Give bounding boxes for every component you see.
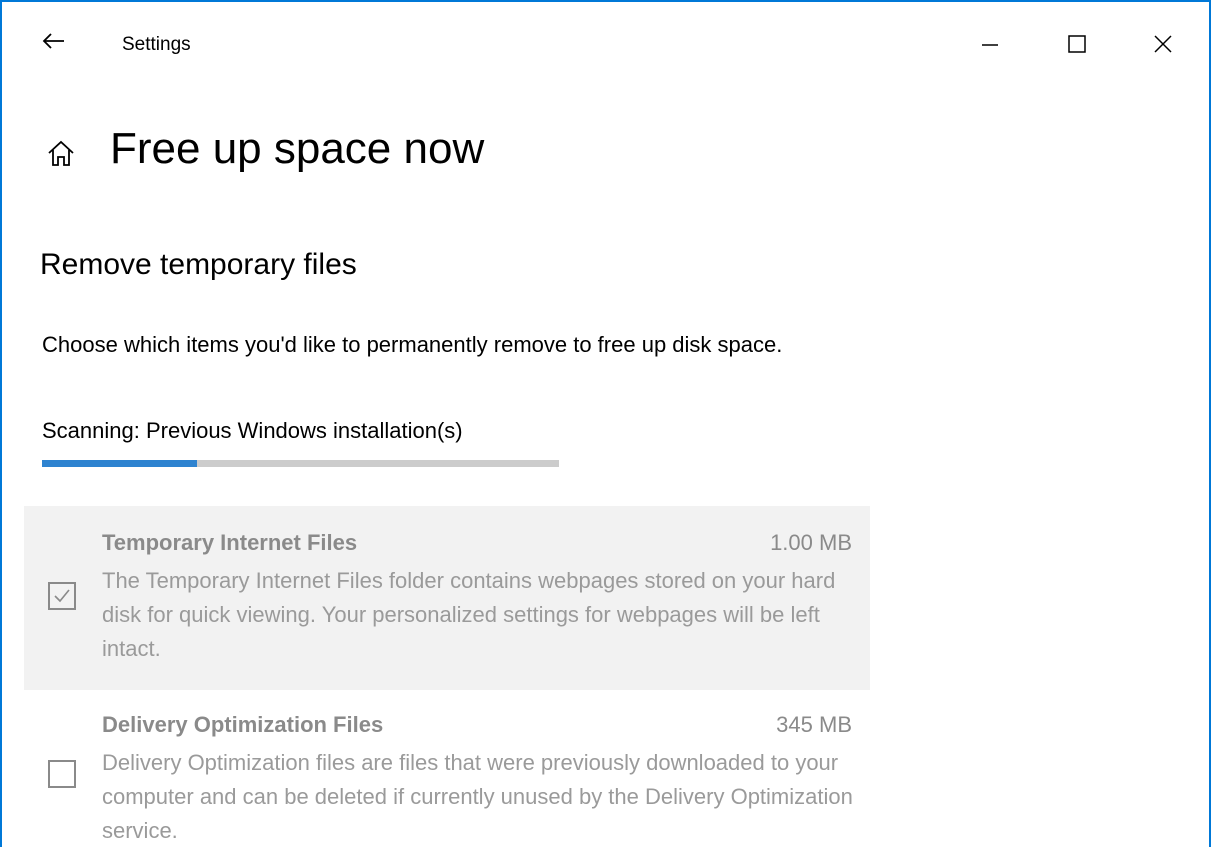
- checkmark-icon: [54, 589, 70, 603]
- window-title: Settings: [122, 34, 191, 55]
- cleanup-item-delivery-optimization-files[interactable]: Delivery Optimization Files 345 MB Deliv…: [24, 698, 870, 847]
- title-bar: Settings: [2, 2, 1209, 90]
- maximize-icon: [1068, 35, 1086, 53]
- close-icon: [1154, 35, 1172, 53]
- close-button[interactable]: [1140, 24, 1186, 64]
- page-title: Free up space now: [110, 124, 485, 173]
- scan-progress-bar: [42, 460, 559, 467]
- item-name: Delivery Optimization Files: [102, 712, 384, 737]
- back-arrow-icon: [42, 33, 64, 49]
- section-description: Choose which items you'd like to permane…: [42, 332, 783, 357]
- minimize-button[interactable]: [964, 24, 1010, 64]
- temporary-internet-files-checkbox[interactable]: [48, 582, 76, 610]
- delivery-optimization-files-checkbox[interactable]: [48, 760, 76, 788]
- item-description: Delivery Optimization files are files th…: [102, 750, 853, 843]
- maximize-button[interactable]: [1056, 24, 1102, 64]
- minimize-icon: [982, 44, 998, 46]
- item-size: 345 MB: [776, 712, 852, 737]
- item-name: Temporary Internet Files: [102, 530, 358, 555]
- scan-progress-fill: [42, 460, 198, 467]
- section-title: Remove temporary files: [40, 248, 357, 281]
- item-description: The Temporary Internet Files folder cont…: [102, 568, 836, 661]
- item-size: 1.00 MB: [770, 530, 852, 555]
- back-button[interactable]: [38, 28, 74, 64]
- scan-status: Scanning: Previous Windows installation(…: [42, 418, 463, 443]
- cleanup-item-temporary-internet-files[interactable]: Temporary Internet Files 1.00 MB The Tem…: [24, 506, 870, 690]
- home-icon[interactable]: [46, 138, 76, 168]
- settings-window: Settings Free up space now Remove tempor…: [0, 0, 1211, 847]
